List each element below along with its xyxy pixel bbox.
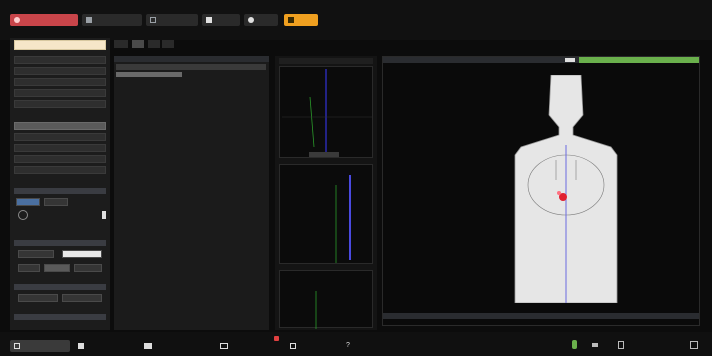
volume-icon[interactable] — [592, 343, 598, 347]
option-button[interactable] — [16, 198, 40, 206]
section-header — [14, 284, 106, 290]
tab-active[interactable] — [132, 40, 144, 48]
chart-button[interactable] — [142, 340, 212, 352]
toggle-button[interactable] — [18, 250, 54, 258]
signal-plot — [279, 66, 373, 158]
settings-button[interactable] — [244, 14, 278, 26]
mic-icon[interactable] — [572, 340, 577, 349]
save-icon — [290, 343, 296, 349]
table-header-bar — [114, 56, 269, 62]
table-panel — [114, 56, 269, 330]
layers-button[interactable] — [202, 14, 240, 26]
camera-button[interactable] — [218, 336, 280, 352]
table-column-headers — [116, 64, 266, 70]
notification-badge — [274, 336, 279, 341]
save-button[interactable] — [288, 340, 336, 352]
menu-item[interactable] — [14, 56, 106, 64]
signal-plot — [279, 270, 373, 329]
camera-icon — [220, 343, 228, 349]
warning-icon — [288, 17, 294, 23]
menu-item[interactable] — [14, 155, 106, 163]
toggle-button[interactable] — [62, 250, 102, 258]
menu-item[interactable] — [14, 133, 106, 141]
grid-icon — [150, 17, 156, 23]
menu-item[interactable] — [14, 78, 106, 86]
menu-item[interactable] — [14, 144, 106, 152]
monitor-button[interactable] — [10, 340, 70, 352]
mode-button[interactable] — [18, 264, 40, 272]
layers-icon — [206, 17, 212, 23]
settings-icon — [248, 17, 254, 23]
viewer-footer — [383, 313, 699, 319]
pen-button[interactable] — [76, 340, 134, 352]
table-row-selected[interactable] — [116, 72, 182, 77]
signal-panel — [275, 56, 377, 330]
warning-button[interactable] — [284, 14, 318, 26]
bottom-bar: ? — [0, 332, 712, 356]
mode-button[interactable] — [74, 264, 102, 272]
table-row[interactable] — [116, 80, 266, 85]
menu-item[interactable] — [14, 100, 106, 108]
handle-icon[interactable] — [102, 211, 106, 219]
section-header — [14, 240, 106, 246]
help-icon: ? — [346, 342, 350, 349]
signal-header — [279, 58, 373, 64]
pen-icon — [78, 343, 84, 349]
body-viewer — [382, 56, 700, 326]
dial-icon[interactable] — [18, 210, 28, 220]
left-panel — [10, 38, 110, 330]
search-input[interactable] — [14, 40, 106, 50]
plot-label — [309, 152, 339, 157]
section-header — [14, 188, 106, 194]
menu-item[interactable] — [14, 166, 106, 174]
record-button[interactable] — [10, 14, 78, 26]
grid-button[interactable] — [146, 14, 198, 26]
tab[interactable] — [162, 40, 174, 48]
option-button[interactable] — [18, 294, 58, 302]
signal-plot — [279, 164, 373, 264]
tab[interactable] — [148, 40, 160, 48]
section-header — [14, 314, 106, 320]
expand-icon[interactable] — [690, 341, 698, 349]
torso-figure — [514, 75, 618, 303]
menu-item[interactable] — [14, 89, 106, 97]
option-button[interactable] — [44, 198, 68, 206]
record-icon — [14, 17, 20, 23]
table-row[interactable] — [116, 88, 266, 93]
monitor-icon — [14, 343, 20, 349]
status-badge — [579, 57, 699, 63]
chart-icon — [144, 343, 152, 349]
tab[interactable] — [114, 40, 128, 48]
menu-item-selected[interactable] — [14, 122, 106, 130]
top-toolbar — [0, 0, 712, 40]
trash-icon[interactable] — [618, 341, 624, 349]
help-button[interactable]: ? — [344, 340, 380, 352]
viewer-button[interactable] — [565, 58, 575, 62]
option-button[interactable] — [62, 294, 102, 302]
image-button[interactable] — [82, 14, 142, 26]
image-icon — [86, 17, 92, 23]
mode-button[interactable] — [44, 264, 70, 272]
menu-item[interactable] — [14, 67, 106, 75]
